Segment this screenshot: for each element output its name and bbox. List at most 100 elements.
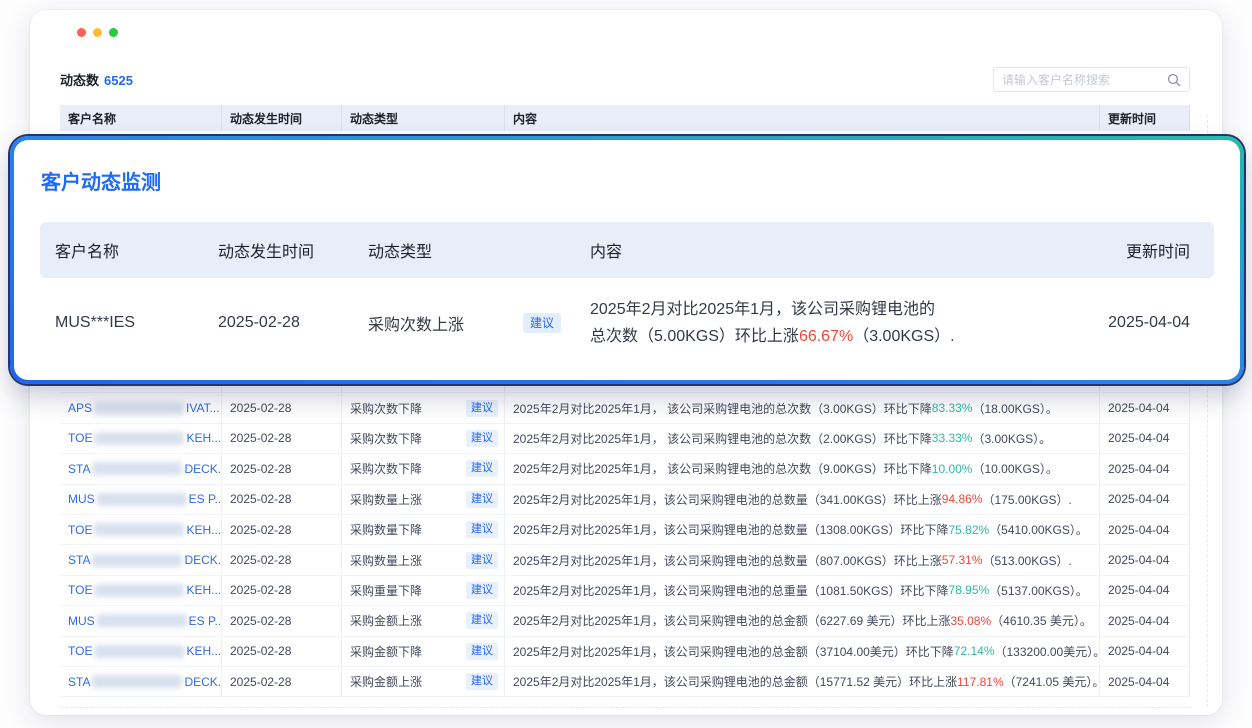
table-row: TOEKEH... 2025-02-28 采购重量下降 建议 2025年2月对比… xyxy=(60,576,1190,606)
event-content: 2025年2月对比2025年1月，该公司采购锂电池的总金额（6227.69 美元… xyxy=(505,606,1100,635)
event-type: 采购数量下降 xyxy=(350,521,422,538)
card-customer-name: MUS***IES xyxy=(55,278,135,368)
event-type: 采购重量下降 xyxy=(350,582,422,599)
updated-date: 2025-04-04 xyxy=(1100,393,1190,422)
updated-date: 2025-04-04 xyxy=(1100,606,1190,635)
event-type: 采购次数下降 xyxy=(350,460,422,477)
redacted-name-blur xyxy=(97,493,187,506)
event-type: 采购金额上涨 xyxy=(350,612,422,629)
updated-date: 2025-04-04 xyxy=(1100,667,1190,696)
table-header: 客户名称 动态发生时间 动态类型 内容 更新时间 xyxy=(60,105,1190,131)
event-type: 采购次数下降 xyxy=(350,430,422,447)
updated-date: 2025-04-04 xyxy=(1100,576,1190,605)
table-row: TOEKEH... 2025-02-28 采购数量下降 建议 2025年2月对比… xyxy=(60,515,1190,545)
customer-name-link[interactable]: TOEKEH... xyxy=(68,583,221,597)
percent-rise-value: 66.67% xyxy=(799,328,853,345)
event-date: 2025-02-28 xyxy=(222,485,342,514)
card-column-type: 动态类型 xyxy=(368,222,432,278)
event-date: 2025-02-28 xyxy=(222,576,342,605)
redacted-name-blur xyxy=(92,462,182,475)
customer-name-link[interactable]: STADECK... xyxy=(68,675,222,689)
table-row: MUSES P... 2025-02-28 采购金额上涨 建议 2025年2月对… xyxy=(60,606,1190,636)
highlight-card-border: 客户动态监测 客户名称 动态发生时间 动态类型 内容 更新时间 MUS***IE… xyxy=(10,136,1244,384)
event-content: 2025年2月对比2025年1月，该公司采购锂电池的总重量（1081.50KGS… xyxy=(505,576,1100,605)
suggestion-badge: 建议 xyxy=(466,400,498,417)
card-title: 客户动态监测 xyxy=(41,166,161,195)
event-content: 2025年2月对比2025年1月，该公司采购锂电池的总数量（807.00KGS）… xyxy=(505,545,1100,574)
customer-name-link[interactable]: MUSES P... xyxy=(68,492,222,506)
card-event-type: 采购次数上涨 xyxy=(368,278,464,368)
customer-dynamics-monitor-card: 客户动态监测 客户名称 动态发生时间 动态类型 内容 更新时间 MUS***IE… xyxy=(14,140,1240,380)
search-input[interactable] xyxy=(1002,73,1167,87)
customer-name-link[interactable]: TOEKEH... xyxy=(68,644,221,658)
event-date: 2025-02-28 xyxy=(222,606,342,635)
suggestion-badge: 建议 xyxy=(466,582,498,599)
suggestion-badge: 建议 xyxy=(466,430,498,447)
card-event-content: 2025年2月对比2025年1月，该公司采购锂电池的 总次数（5.00KGS）环… xyxy=(590,296,955,350)
card-event-date: 2025-02-28 xyxy=(218,278,300,368)
column-header-updated: 更新时间 xyxy=(1100,105,1190,131)
customer-name-link[interactable]: STADECK... xyxy=(68,553,222,567)
dynamics-count-value: 6525 xyxy=(104,73,133,88)
window-controls xyxy=(77,28,118,37)
customer-name-link[interactable]: APSIVAT... xyxy=(68,401,220,415)
event-date: 2025-02-28 xyxy=(222,424,342,453)
dynamics-count-label: 动态数 xyxy=(60,73,99,88)
dynamics-count: 动态数 6525 xyxy=(60,70,133,89)
card-table-row: MUS***IES 2025-02-28 采购次数上涨 建议 2025年2月对比… xyxy=(40,278,1214,368)
card-suggestion-badge: 建议 xyxy=(523,313,561,333)
column-header-date: 动态发生时间 xyxy=(222,105,342,131)
search-icon[interactable] xyxy=(1167,73,1181,87)
card-table-header: 客户名称 动态发生时间 动态类型 内容 更新时间 xyxy=(40,222,1214,278)
customer-name-link[interactable]: STADECK... xyxy=(68,462,222,476)
event-content: 2025年2月对比2025年1月， 该公司采购锂电池的总次数（9.00KGS）环… xyxy=(505,454,1100,483)
event-date: 2025-02-28 xyxy=(222,637,342,666)
maximize-window-button[interactable] xyxy=(109,28,118,37)
suggestion-badge: 建议 xyxy=(466,460,498,477)
table-row: APSIVAT... 2025-02-28 采购次数下降 建议 2025年2月对… xyxy=(60,393,1190,423)
table-row: TOEKEH... 2025-02-28 采购次数下降 建议 2025年2月对比… xyxy=(60,424,1190,454)
table-row: TOEKEH... 2025-02-28 采购金额下降 建议 2025年2月对比… xyxy=(60,637,1190,667)
event-date: 2025-02-28 xyxy=(222,667,342,696)
suggestion-badge: 建议 xyxy=(466,491,498,508)
event-type: 采购数量上涨 xyxy=(350,552,422,569)
updated-date: 2025-04-04 xyxy=(1100,485,1190,514)
event-date: 2025-02-28 xyxy=(222,545,342,574)
event-content: 2025年2月对比2025年1月，该公司采购锂电池的总金额（37104.00美元… xyxy=(505,637,1100,666)
redacted-name-blur xyxy=(92,675,182,688)
redacted-name-blur xyxy=(94,584,184,597)
close-window-button[interactable] xyxy=(77,28,86,37)
updated-date: 2025-04-04 xyxy=(1100,637,1190,666)
event-content: 2025年2月对比2025年1月， 该公司采购锂电池的总次数（2.00KGS）环… xyxy=(505,424,1100,453)
event-content: 2025年2月对比2025年1月，该公司采购锂电池的总数量（1308.00KGS… xyxy=(505,515,1100,544)
redacted-name-blur xyxy=(94,402,184,415)
table-bottom-divider xyxy=(60,707,1190,708)
customer-search-box xyxy=(993,67,1190,92)
redacted-name-blur xyxy=(94,523,184,536)
table-row: STADECK... 2025-02-28 采购数量上涨 建议 2025年2月对… xyxy=(60,545,1190,575)
suggestion-badge: 建议 xyxy=(466,552,498,569)
event-type: 采购数量上涨 xyxy=(350,491,422,508)
minimize-window-button[interactable] xyxy=(93,28,102,37)
redacted-name-blur xyxy=(94,645,184,658)
table-row: MUSES P... 2025-02-28 采购数量上涨 建议 2025年2月对… xyxy=(60,485,1190,515)
card-column-customer: 客户名称 xyxy=(55,222,119,278)
suggestion-badge: 建议 xyxy=(466,643,498,660)
customer-name-link[interactable]: MUSES P... xyxy=(68,614,222,628)
event-content: 2025年2月对比2025年1月， 该公司采购锂电池的总次数（3.00KGS）环… xyxy=(505,393,1100,422)
event-type: 采购次数下降 xyxy=(350,400,422,417)
card-column-content: 内容 xyxy=(590,222,622,278)
column-header-type: 动态类型 xyxy=(342,105,505,131)
column-header-customer: 客户名称 xyxy=(60,105,222,131)
table-row: STADECK... 2025-02-28 采购金额上涨 建议 2025年2月对… xyxy=(60,667,1190,697)
updated-date: 2025-04-04 xyxy=(1100,515,1190,544)
card-column-updated: 更新时间 xyxy=(1126,222,1190,278)
column-header-content: 内容 xyxy=(505,105,1100,131)
event-type: 采购金额下降 xyxy=(350,643,422,660)
updated-date: 2025-04-04 xyxy=(1100,424,1190,453)
customer-name-link[interactable]: TOEKEH... xyxy=(68,431,221,445)
event-date: 2025-02-28 xyxy=(222,454,342,483)
redacted-name-blur xyxy=(94,432,184,445)
suggestion-badge: 建议 xyxy=(466,673,498,690)
customer-name-link[interactable]: TOEKEH... xyxy=(68,523,221,537)
